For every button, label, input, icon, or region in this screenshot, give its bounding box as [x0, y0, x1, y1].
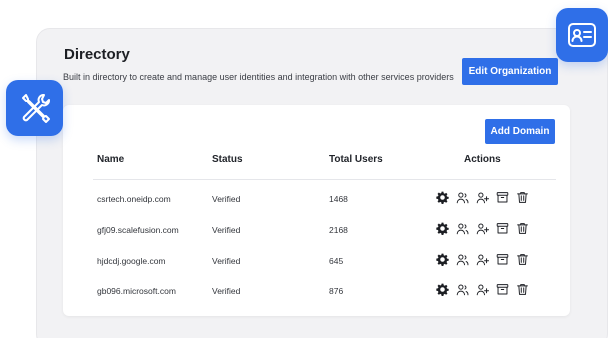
trash-icon[interactable]	[515, 190, 529, 204]
archive-icon[interactable]	[495, 190, 509, 204]
domain-status: Verified	[212, 225, 241, 235]
user-add-icon[interactable]	[475, 252, 489, 266]
directory-screen: Directory Built in directory to create a…	[0, 0, 608, 338]
id-card-icon	[556, 8, 608, 62]
domain-name: gfj09.scalefusion.com	[97, 225, 179, 235]
domains-card: Add Domain Name Status Total Users Actio…	[63, 105, 570, 316]
column-header-name: Name	[97, 154, 125, 165]
domain-total-users: 645	[329, 256, 344, 266]
domain-status: Verified	[212, 286, 241, 296]
domain-name: csrtech.oneidp.com	[97, 194, 171, 204]
domain-status: Verified	[212, 256, 241, 266]
column-header-status: Status	[212, 154, 243, 165]
page-title: Directory	[64, 46, 130, 63]
page-subtitle: Built in directory to create and manage …	[63, 72, 454, 82]
users-link-icon[interactable]	[455, 252, 469, 266]
users-link-icon[interactable]	[455, 190, 469, 204]
user-add-icon[interactable]	[475, 221, 489, 235]
domain-total-users: 1468	[329, 194, 348, 204]
domain-status: Verified	[212, 194, 241, 204]
header-divider	[93, 179, 556, 180]
trash-icon[interactable]	[515, 252, 529, 266]
edit-organization-button[interactable]: Edit Organization	[462, 58, 558, 85]
add-domain-button[interactable]: Add Domain	[485, 119, 555, 144]
users-link-icon[interactable]	[455, 221, 469, 235]
gear-icon[interactable]	[435, 282, 449, 296]
trash-icon[interactable]	[515, 282, 529, 296]
table-row: gb096.microsoft.com Verified 876	[63, 277, 570, 307]
gear-icon[interactable]	[435, 221, 449, 235]
tools-icon	[6, 80, 63, 136]
table-row: csrtech.oneidp.com Verified 1468	[63, 185, 570, 215]
user-add-icon[interactable]	[475, 190, 489, 204]
row-actions	[435, 282, 529, 296]
domain-total-users: 2168	[329, 225, 348, 235]
table-row: hjdcdj.google.com Verified 645	[63, 247, 570, 277]
trash-icon[interactable]	[515, 221, 529, 235]
domain-name: hjdcdj.google.com	[97, 256, 166, 266]
gear-icon[interactable]	[435, 252, 449, 266]
column-header-total-users: Total Users	[329, 154, 383, 165]
table-row: gfj09.scalefusion.com Verified 2168	[63, 216, 570, 246]
domain-total-users: 876	[329, 286, 344, 296]
users-link-icon[interactable]	[455, 282, 469, 296]
row-actions	[435, 190, 529, 204]
archive-icon[interactable]	[495, 252, 509, 266]
user-add-icon[interactable]	[475, 282, 489, 296]
archive-icon[interactable]	[495, 282, 509, 296]
domain-name: gb096.microsoft.com	[97, 286, 176, 296]
archive-icon[interactable]	[495, 221, 509, 235]
row-actions	[435, 221, 529, 235]
column-header-actions: Actions	[464, 154, 501, 165]
directory-panel: Directory Built in directory to create a…	[36, 28, 608, 338]
row-actions	[435, 252, 529, 266]
gear-icon[interactable]	[435, 190, 449, 204]
